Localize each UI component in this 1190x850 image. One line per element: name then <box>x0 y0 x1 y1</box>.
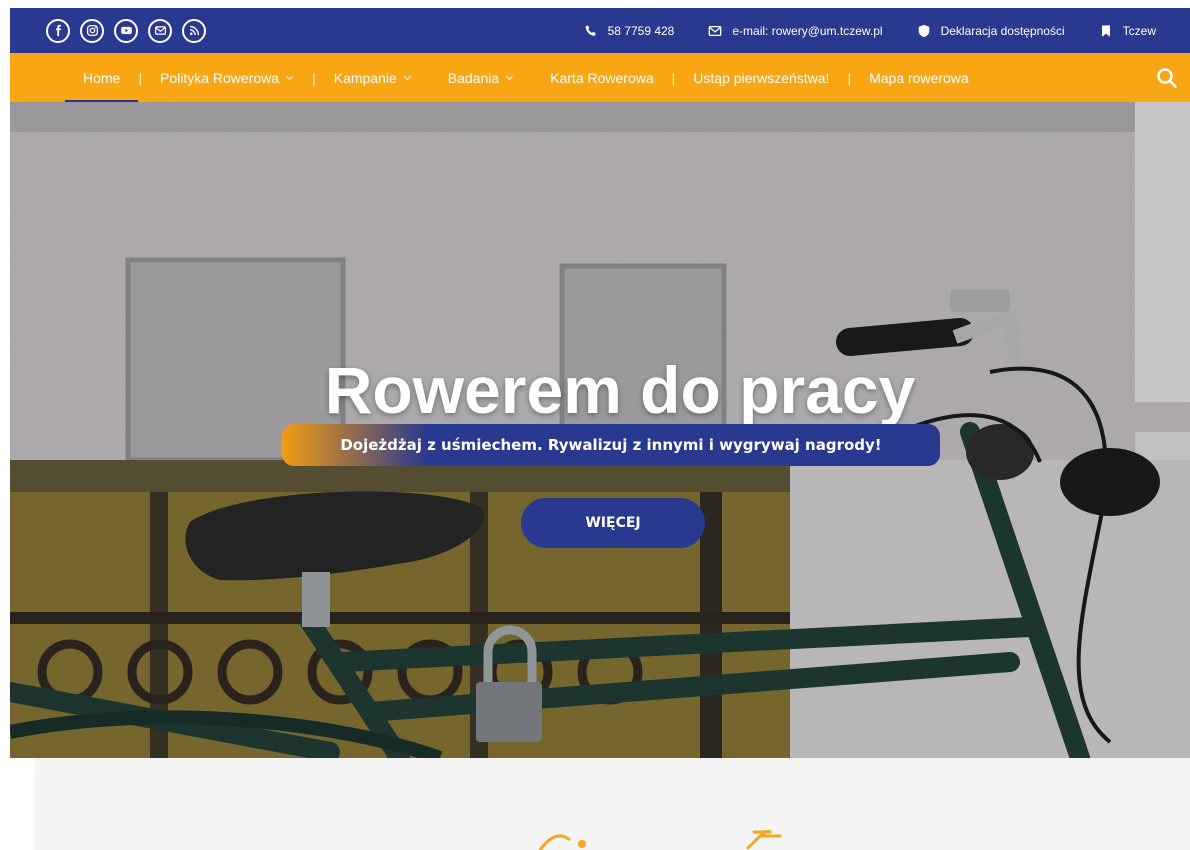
bicycle-icon <box>746 830 782 850</box>
decorative-illustration-icon <box>538 834 586 850</box>
youtube-icon[interactable] <box>114 18 138 43</box>
email-address: e-mail: rowery@um.tczew.pl <box>732 23 883 38</box>
nav-item-label: Kampanie <box>333 69 397 86</box>
nav-item-ustap-pierwszenstwa[interactable]: Ustąp pierwszeństwa! <box>675 53 847 102</box>
nav-item-mapa-rowerowa[interactable]: Mapa rowerowa <box>851 53 987 102</box>
bookmark-icon <box>1101 24 1110 37</box>
chevron-down-icon <box>285 75 294 81</box>
accessibility-link[interactable]: Deklaracja dostępności <box>917 24 1065 38</box>
city-label: Tczew <box>1122 23 1156 38</box>
content-panel <box>35 758 1190 850</box>
nav-item-label: Polityka Rowerowa <box>160 69 280 86</box>
shield-icon <box>918 24 929 37</box>
nav-item-home[interactable]: Home <box>65 53 139 102</box>
nav-item-kampanie[interactable]: Kampanie <box>316 53 430 102</box>
more-button[interactable]: WIĘCEJ <box>521 498 705 548</box>
hero-banner: Rowerem do pracy Dojeżdżaj z uśmiechem. … <box>10 102 1190 758</box>
main-nav: Home | Polityka Rowerowa | Kampanie Bada… <box>10 53 1190 102</box>
chevron-down-icon <box>403 75 411 81</box>
envelope-icon <box>709 25 722 36</box>
chevron-down-icon <box>506 75 514 81</box>
facebook-icon[interactable] <box>46 18 70 43</box>
contact-info: 58 7759 428 e-mail: rowery@um.tczew.pl D… <box>584 24 1156 38</box>
nav-item-label: Mapa rowerowa <box>869 69 969 86</box>
nav-item-label: Home <box>83 69 121 86</box>
phone-icon <box>585 24 596 36</box>
nav-item-badania[interactable]: Badania <box>430 53 532 102</box>
accessibility-label: Deklaracja dostępności <box>940 23 1065 38</box>
email-link[interactable]: e-mail: rowery@um.tczew.pl <box>708 23 883 38</box>
hero-title: Rowerem do pracy <box>324 353 916 427</box>
top-bar: 58 7759 428 e-mail: rowery@um.tczew.pl D… <box>10 8 1190 53</box>
hero-subtitle: Dojeżdżaj z uśmiechem. Rywalizuj z innym… <box>282 424 940 466</box>
nav-item-label: Karta Rowerowa <box>550 69 654 86</box>
social-links <box>46 18 206 43</box>
nav-item-label: Ustąp pierwszeństwa! <box>693 69 830 86</box>
mail-icon[interactable] <box>148 18 172 43</box>
nav-item-label: Badania <box>447 69 500 86</box>
nav-item-polityka-rowerowa[interactable]: Polityka Rowerowa <box>142 53 312 102</box>
phone-number: 58 7759 428 <box>607 23 675 38</box>
search-icon[interactable] <box>1156 67 1178 89</box>
phone-link[interactable]: 58 7759 428 <box>584 23 675 38</box>
nav-item-karta-rowerowa[interactable]: Karta Rowerowa <box>532 53 672 102</box>
instagram-icon[interactable] <box>80 18 104 43</box>
city-link[interactable]: Tczew <box>1099 24 1156 38</box>
rss-icon[interactable] <box>182 18 206 43</box>
